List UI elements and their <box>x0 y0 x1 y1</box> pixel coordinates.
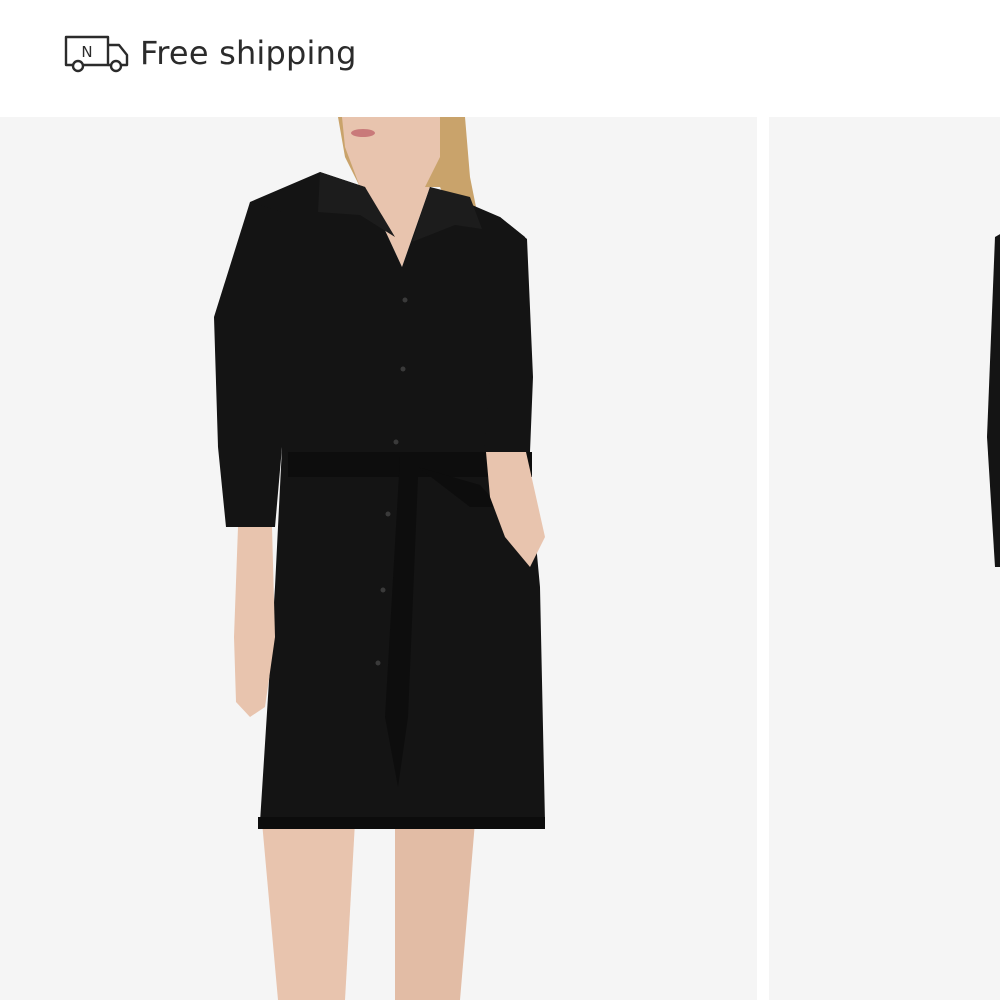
truck-badge-letter: N <box>81 43 92 61</box>
delivery-truck-icon: N <box>64 35 129 73</box>
product-photo <box>0 117 757 1000</box>
free-shipping-label: Free shipping <box>140 34 357 72</box>
free-shipping-banner: N Free shipping <box>64 33 357 73</box>
product-image-main[interactable] <box>0 117 757 1000</box>
product-photo <box>769 117 1000 1000</box>
product-image-next[interactable] <box>769 117 1000 1000</box>
product-image-gallery[interactable] <box>0 117 1000 1000</box>
